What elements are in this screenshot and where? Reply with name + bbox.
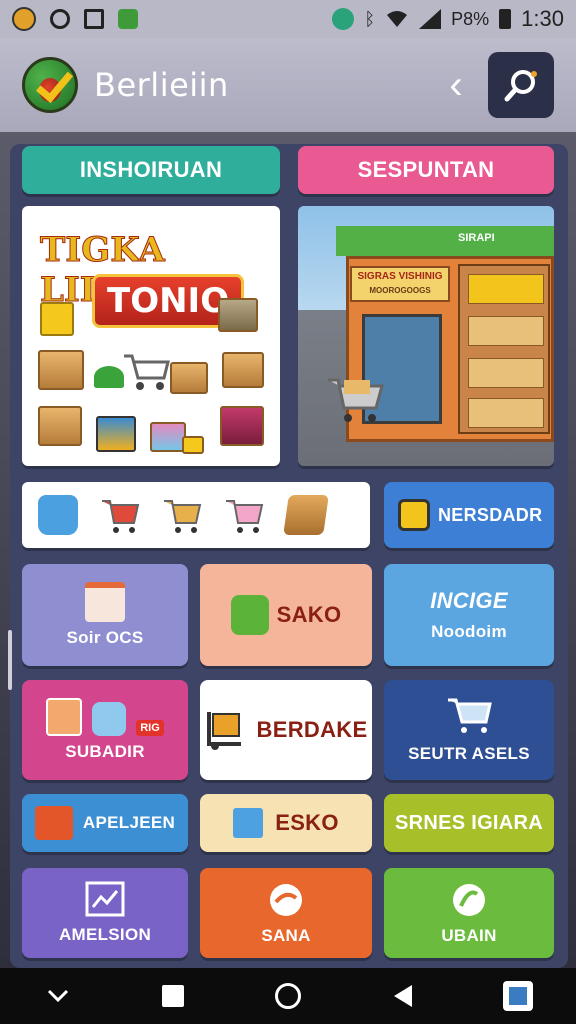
battery-level: P8% [451, 8, 490, 29]
box-icon [170, 362, 208, 394]
store-roof [336, 226, 554, 256]
clock-time: 1:30 [521, 6, 564, 31]
nav-home-icon[interactable] [264, 972, 312, 1020]
promo-card[interactable]: TIGKA LIDUAL TONIO [22, 206, 280, 466]
bluetooth-icon: ᛒ [364, 8, 376, 29]
folder-icon [398, 499, 430, 531]
search-button[interactable] [488, 52, 554, 118]
nav-chevron-down-icon[interactable] [34, 972, 82, 1020]
android-icon [118, 9, 138, 29]
app-bar: Berlieiin ‹ [0, 38, 576, 132]
square-icon [84, 9, 104, 29]
ubain-button[interactable]: UBAIN [384, 868, 554, 958]
nav-app-icon[interactable] [494, 972, 542, 1020]
tab-right-label: SESPUNTAN [357, 157, 495, 182]
apeljeen-button[interactable]: APELJEEN [22, 794, 188, 852]
store-roof-label: SIRAPI [458, 232, 495, 244]
status-bar: ᛒ P8% 1:30 [0, 0, 576, 38]
box-icon [222, 352, 264, 388]
cart-icon [102, 500, 140, 533]
app-notification-icon [12, 7, 36, 31]
amelsion-label: AMELSION [58, 925, 152, 944]
store-card[interactable]: SIRAPI SIGRAS VISHINIG MOOROGOOGS [298, 206, 554, 466]
cart-icon [326, 376, 386, 431]
store-sign-subtext: MOOROGOOGS [369, 286, 431, 295]
ubain-label: UBAIN [441, 926, 497, 945]
srnes-label: SRNES IGIARA [394, 811, 544, 834]
store-sign-text: SIGRAS VISHINIG [357, 271, 443, 282]
soroes-label: Soir OCS [66, 628, 144, 647]
box-icon [218, 298, 258, 332]
box-icon [38, 350, 84, 390]
globe-icon [453, 884, 485, 916]
tab-right[interactable]: SESPUNTAN [298, 146, 554, 194]
gift-bag-icon [85, 582, 125, 622]
invcice-button[interactable]: INCIGE Noodoim [384, 564, 554, 666]
wifi-icon [387, 11, 408, 27]
chart-icon [85, 881, 125, 917]
subadir-button[interactable]: RIG SUBADIR [22, 680, 188, 780]
shopping-icons-strip[interactable] [22, 482, 370, 548]
scrollbar[interactable] [8, 630, 12, 690]
hand-truck-icon [206, 712, 241, 750]
invcice-subtitle: Noodoim [431, 622, 507, 641]
store-shelf [458, 264, 550, 434]
box-icon [96, 416, 136, 452]
cart-icon [120, 352, 172, 397]
status-right: ᛒ P8% 1:30 [332, 6, 564, 32]
status-left [12, 7, 138, 31]
leaf-bag-icon [94, 366, 124, 388]
sako-label: SAKO [276, 602, 342, 627]
nersdadr-label: NERSDADR [438, 504, 543, 525]
app-logo [22, 57, 78, 113]
back-chevron-icon[interactable]: ‹ [436, 63, 476, 108]
nav-recents-icon[interactable] [149, 972, 197, 1020]
nersdadr-button[interactable]: NERSDADR [384, 482, 554, 548]
battery-icon [499, 9, 512, 29]
subadir-icons: RIG [46, 698, 164, 736]
sana-button[interactable]: SANA [200, 868, 372, 958]
cart-icon [164, 500, 202, 533]
seutr-button[interactable]: SEUTR ASELS [384, 680, 554, 780]
store-sign: SIGRAS VISHINIG MOOROGOOGS [350, 266, 450, 302]
tab-left[interactable]: INSHOIRUAN [22, 146, 280, 194]
nav-back-icon[interactable] [379, 972, 427, 1020]
search-icon [504, 70, 537, 102]
esko-button[interactable]: ESKO [200, 794, 372, 852]
apeljeen-label: APELJEEN [82, 813, 176, 832]
app-title: Berlieiin [94, 66, 229, 104]
download-icon [332, 8, 355, 30]
bag-icon [46, 698, 83, 736]
signal-icon [419, 9, 442, 29]
box-icon [283, 495, 329, 535]
subadir-label: SUBADIR [65, 742, 145, 761]
box-icon [40, 302, 74, 336]
box-icon [182, 436, 204, 454]
sana-label: SANA [261, 926, 311, 945]
berdake-label: BERDAKE [256, 717, 368, 742]
sako-button[interactable]: SAKO [200, 564, 372, 666]
navigation-bar [0, 968, 576, 1024]
cart-icon [226, 500, 264, 533]
seutr-label: SEUTR ASELS [408, 744, 530, 763]
tab-left-label: INSHOIRUAN [79, 157, 223, 182]
bag-icon [92, 702, 127, 736]
srnes-button[interactable]: SRNES IGIARA [384, 794, 554, 852]
handshake-icon [270, 884, 302, 916]
soroes-button[interactable]: Soir OCS [22, 564, 188, 666]
box-icon [38, 406, 82, 446]
amelsion-button[interactable]: AMELSION [22, 868, 188, 958]
basket-icon [34, 806, 73, 840]
esko-label: ESKO [275, 810, 339, 835]
cart-icon [448, 698, 492, 733]
clock-icon [50, 9, 70, 29]
shopping-bag-icon [230, 595, 269, 635]
register-icon [233, 808, 264, 838]
berdake-button[interactable]: BERDAKE [200, 680, 372, 780]
bag-icon [38, 495, 78, 535]
box-icon [150, 422, 186, 452]
invcice-title: INCIGE [430, 588, 508, 613]
subadir-badge: RIG [136, 720, 164, 736]
box-icon [220, 406, 264, 446]
